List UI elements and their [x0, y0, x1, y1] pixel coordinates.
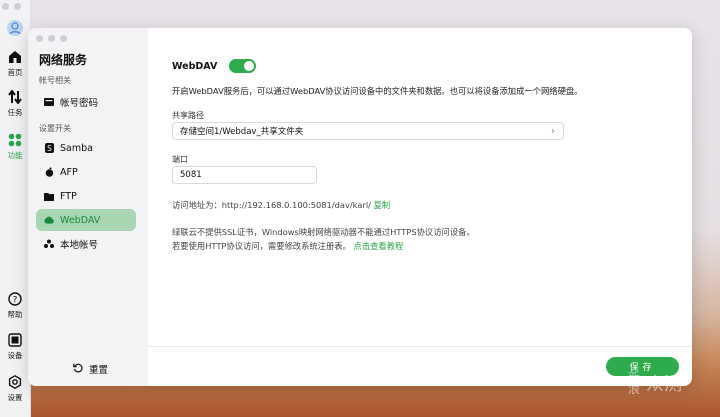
avatar[interactable]: [7, 20, 23, 36]
tutorial-link[interactable]: 点击查看教程: [354, 241, 404, 251]
close-dot[interactable]: [36, 35, 43, 42]
window-controls: [36, 35, 67, 42]
webdav-header: WebDAV: [172, 59, 257, 73]
sidebar-item-label: AFP: [60, 166, 78, 178]
sidebar: 网络服务 帐号相关 帐号密码 设置开关 S Samba AFP FTP WebD…: [28, 28, 148, 386]
apple-icon: [44, 167, 54, 177]
sidebar-item-label: Samba: [60, 142, 93, 154]
close-dot[interactable]: [2, 3, 9, 10]
minimize-dot[interactable]: [48, 35, 55, 42]
rail-item-home[interactable]: 首页: [0, 50, 30, 77]
port-label: 端口: [172, 155, 188, 164]
port-value: 5081: [180, 170, 202, 180]
reset-button[interactable]: 重置: [73, 362, 108, 376]
reset-label: 重置: [89, 365, 109, 376]
zoom-dot[interactable]: [60, 35, 67, 42]
sidebar-item-webdav[interactable]: WebDAV: [36, 209, 136, 231]
sidebar-item-local-accounts[interactable]: 本地帐号: [36, 233, 136, 255]
network-services-window: 网络服务 帐号相关 帐号密码 设置开关 S Samba AFP FTP WebD…: [28, 28, 692, 386]
card-icon: [44, 98, 54, 106]
svg-text:?: ?: [13, 296, 18, 306]
toggle-knob: [244, 61, 255, 71]
access-address: 访问地址为：http://192.168.0.100:5081/dav/karl…: [172, 199, 390, 211]
share-path-selector[interactable]: 存储空间1/Webdav_共享文件夹 ›: [172, 122, 564, 140]
reset-icon: [73, 363, 83, 376]
sidebar-item-label: FTP: [60, 190, 77, 202]
ssl-note: 绿联云不提供SSL证书，Windows映射网络驱动器不能通过HTTPS协议访问设…: [172, 227, 475, 237]
sidebar-item-label: 本地帐号: [60, 240, 99, 251]
sidebar-item-ftp[interactable]: FTP: [36, 185, 136, 207]
home-icon: [0, 50, 30, 66]
rail-label-help: 帮助: [7, 310, 23, 319]
users-icon: [44, 239, 54, 249]
sidebar-item-afp[interactable]: AFP: [36, 161, 136, 183]
section-account: 帐号相关: [39, 76, 71, 85]
chevron-right-icon: ›: [551, 126, 555, 137]
rail-item-help[interactable]: ? 帮助: [0, 292, 30, 319]
port-input[interactable]: 5081: [172, 166, 317, 184]
rail-item-device[interactable]: 设备: [0, 333, 30, 360]
device-icon: [0, 333, 30, 349]
cloud-icon: [44, 216, 54, 224]
access-address-text: 访问地址为：http://192.168.0.100:5081/dav/karl…: [172, 200, 371, 210]
watermark-small-text: 新浪: [628, 370, 641, 396]
watermark-logo: 新浪 众测: [628, 370, 682, 396]
footer-divider: [148, 346, 692, 347]
copy-link[interactable]: 复制: [374, 200, 391, 210]
samba-icon: S: [44, 143, 54, 153]
app-rail: 首页 任务 功能 ? 帮助 设备 设置: [0, 0, 31, 417]
sidebar-title: 网络服务: [39, 53, 88, 67]
http-note-text: 若要使用HTTP协议访问，需要修改系统注册表。: [172, 241, 351, 251]
folder-icon: [44, 192, 54, 201]
minimize-dot[interactable]: [14, 3, 21, 10]
share-path-value: 存储空间1/Webdav_共享文件夹: [180, 127, 304, 137]
svg-text:S: S: [47, 144, 52, 153]
sidebar-item-label: WebDAV: [60, 214, 101, 226]
apps-icon: [0, 133, 30, 149]
http-note: 若要使用HTTP协议访问，需要修改系统注册表。 点击查看教程: [172, 240, 403, 252]
rail-label-apps: 功能: [7, 151, 23, 160]
help-icon: ?: [0, 292, 30, 308]
rail-item-settings[interactable]: 设置: [0, 374, 30, 402]
transfer-icon: [0, 89, 30, 106]
rail-item-tasks[interactable]: 任务: [0, 89, 30, 117]
rail-label-settings: 设置: [7, 393, 23, 402]
service-title: WebDAV: [172, 60, 218, 72]
webdav-panel: WebDAV 开启WebDAV服务后，可以通过WebDAV协议访问设备中的文件夹…: [148, 28, 692, 386]
sidebar-item-account-password[interactable]: 帐号密码: [36, 91, 136, 113]
watermark-large-text: 众测: [646, 374, 682, 395]
section-switches: 设置开关: [39, 124, 71, 133]
webdav-toggle[interactable]: [229, 59, 257, 73]
rail-item-apps[interactable]: 功能: [0, 133, 30, 160]
sidebar-item-samba[interactable]: S Samba: [36, 137, 136, 159]
gear-icon: [0, 374, 30, 391]
rail-label-home: 首页: [7, 68, 23, 77]
service-description: 开启WebDAV服务后，可以通过WebDAV协议访问设备中的文件夹和数据。也可以…: [172, 86, 583, 96]
share-path-label: 共享路径: [172, 111, 204, 120]
sidebar-item-label: 帐号密码: [60, 98, 99, 109]
window-controls: [2, 3, 21, 10]
rail-label-tasks: 任务: [7, 108, 23, 117]
rail-label-device: 设备: [7, 351, 23, 360]
